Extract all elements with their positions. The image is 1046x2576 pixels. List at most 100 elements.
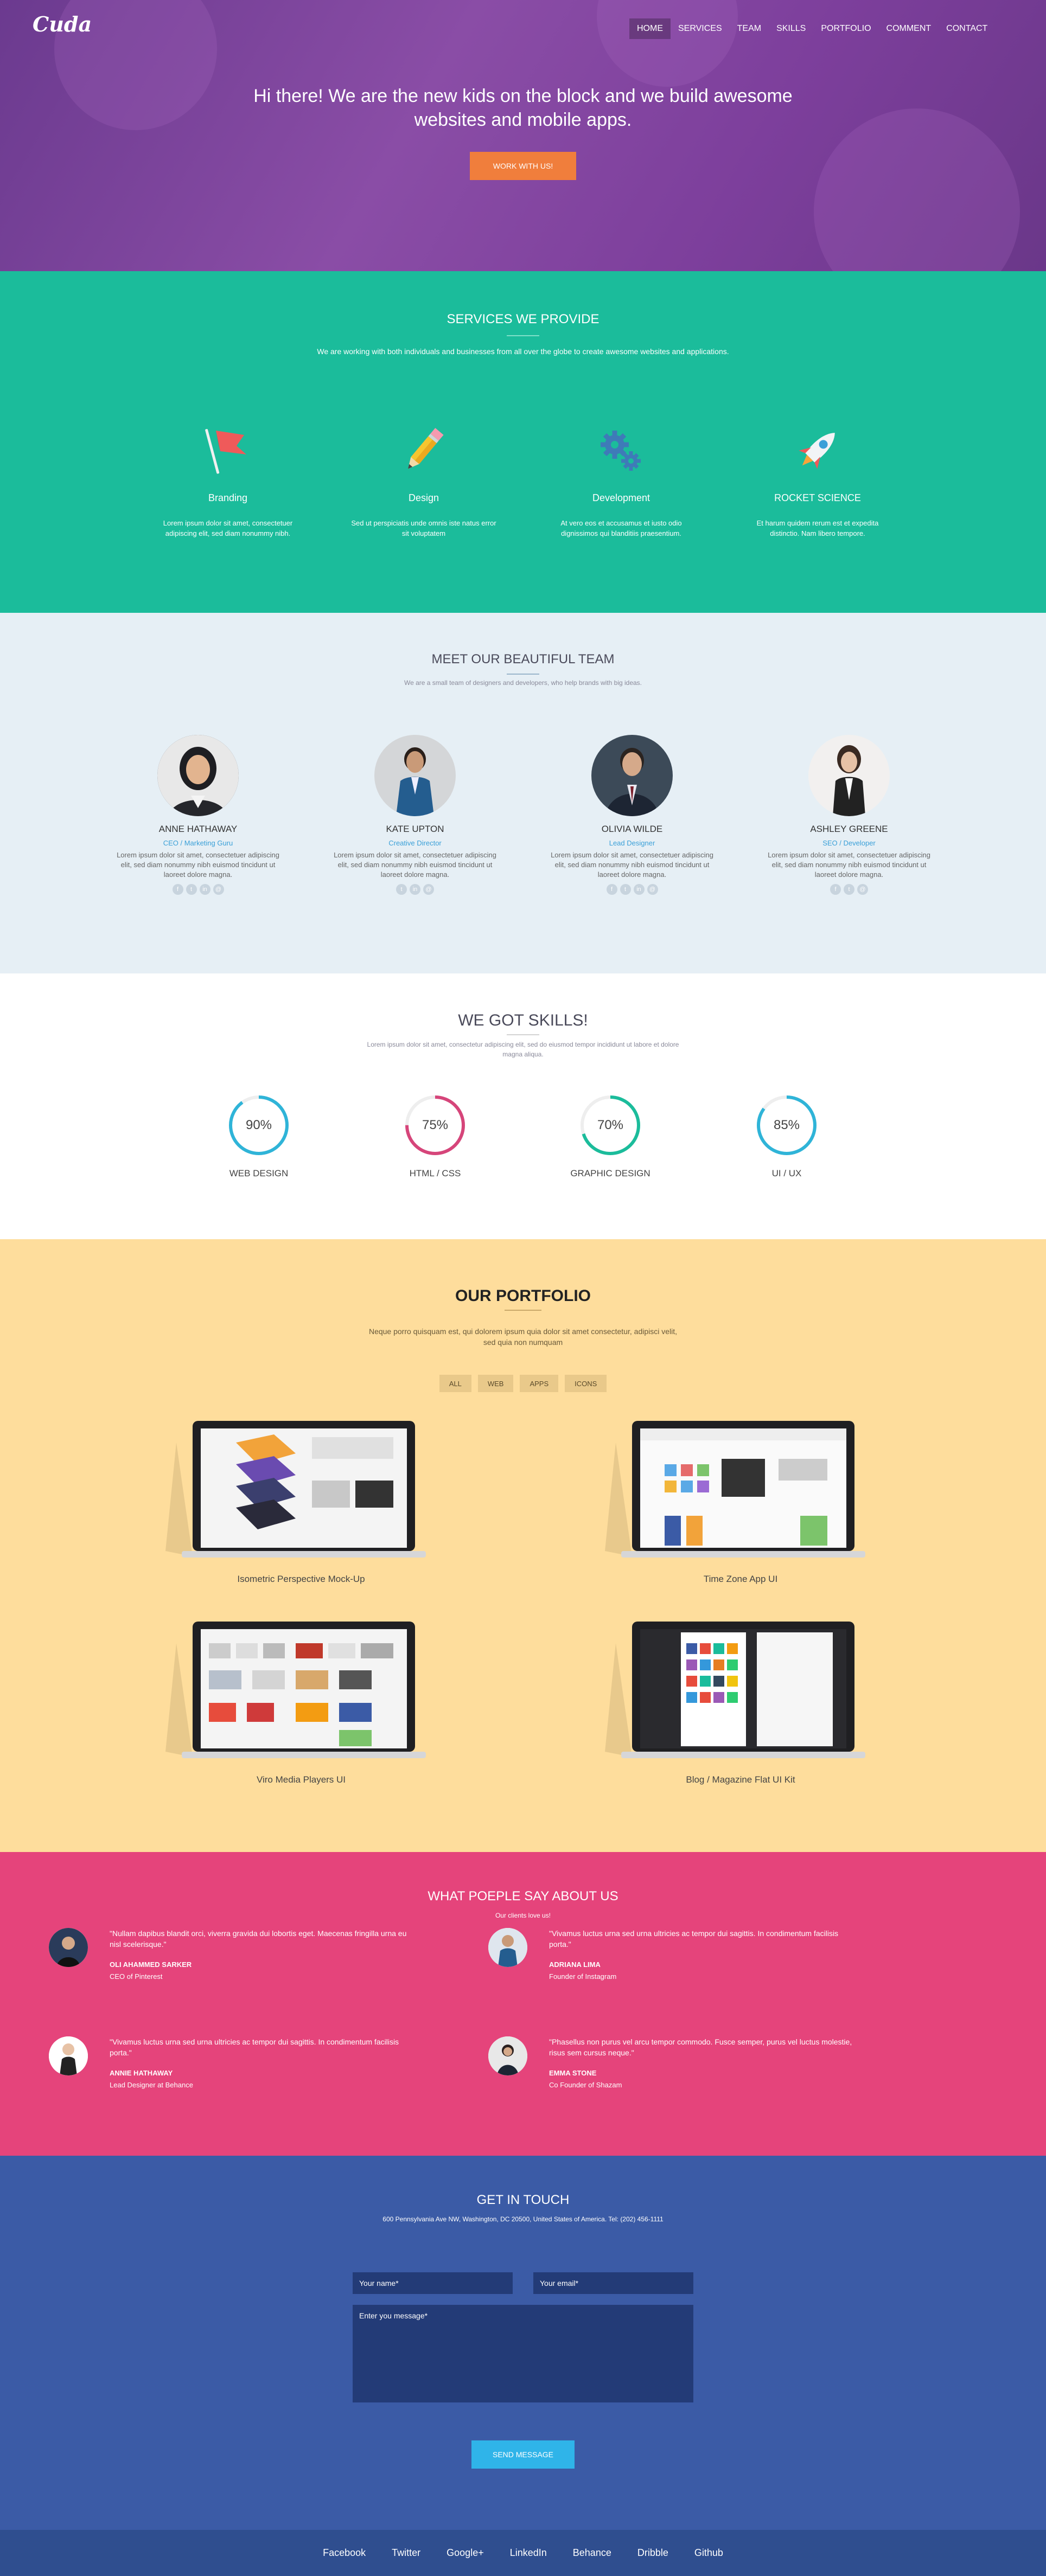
gears-icon (548, 418, 694, 483)
filter-icons[interactable]: ICONS (565, 1375, 607, 1392)
social-links: f t in @ (111, 884, 285, 895)
member-role: SEO / Developer (822, 839, 876, 847)
linkedin-icon[interactable]: in (410, 884, 420, 895)
message-textarea[interactable] (353, 2305, 693, 2402)
testimonial-name: OLI AHAMMED SARKER (110, 1960, 192, 1969)
footer-link-twitter[interactable]: Twitter (392, 2547, 420, 2559)
facebook-icon[interactable]: f (606, 884, 617, 895)
divider (507, 1034, 539, 1035)
portfolio-caption: Isometric Perspective Mock-Up (237, 1574, 365, 1584)
footer-link-github[interactable]: Github (694, 2547, 723, 2559)
email-icon[interactable]: @ (213, 884, 224, 895)
testimonial: "Vivamus luctus urna sed urna ultricies … (49, 2036, 439, 2112)
site-logo[interactable]: Cuda (33, 12, 92, 36)
linkedin-icon[interactable]: in (199, 884, 211, 895)
skills-subtitle-line2: magna aliqua. (502, 1050, 544, 1058)
footer-link-dribbble[interactable]: Dribble (637, 2547, 668, 2559)
service-text: At vero eos et accusamus et iusto odio d… (560, 519, 682, 537)
laptop-mockup (594, 1421, 887, 1567)
avatar (488, 1928, 527, 1967)
member-bio: Lorem ipsum dolor sit amet, consectetuer… (768, 851, 930, 879)
member-name: OLIVIA WILDE (601, 824, 663, 834)
hero-bg-bokeh (597, 0, 738, 87)
send-message-button[interactable]: SEND MESSAGE (471, 2440, 575, 2469)
team-subtitle: We are a small team of designers and dev… (404, 679, 642, 687)
nav-portfolio[interactable]: PORTFOLIO (813, 18, 878, 39)
footer-link-behance[interactable]: Behance (573, 2547, 611, 2559)
laptop-mockup (155, 1421, 448, 1567)
testimonial-role: Co Founder of Shazam (549, 2081, 622, 2089)
divider (507, 335, 539, 336)
skills-subtitle: Lorem ipsum dolor sit amet, consectetur … (0, 1040, 1046, 1059)
portfolio-item[interactable]: Blog / Magazine Flat UI Kit (594, 1622, 887, 1785)
contact-title: GET IN TOUCH (476, 2193, 570, 2207)
member-name: ASHLEY GREENE (810, 824, 888, 834)
testimonial-name: EMMA STONE (549, 2069, 597, 2077)
service-branding: Branding Lorem ipsum dolor sit amet, con… (155, 418, 301, 539)
email-icon[interactable]: @ (857, 884, 868, 895)
service-title: ROCKET SCIENCE (774, 492, 861, 503)
skills-subtitle-line1: Lorem ipsum dolor sit amet, consectetur … (367, 1041, 679, 1048)
nav-comment[interactable]: COMMENT (879, 18, 939, 39)
footer-link-linkedin[interactable]: LinkedIn (510, 2547, 547, 2559)
testimonial-role: CEO of Pinterest (110, 1972, 163, 1981)
skill-value: 85% (774, 1118, 800, 1132)
twitter-icon[interactable]: t (844, 884, 854, 895)
portfolio-item[interactable]: Isometric Perspective Mock-Up (155, 1421, 448, 1585)
facebook-icon[interactable]: f (830, 884, 841, 895)
nav-skills[interactable]: SKILLS (769, 18, 813, 39)
nav-services[interactable]: SERVICES (671, 18, 730, 39)
team-section: MEET OUR BEAUTIFUL TEAM We are a small t… (0, 613, 1046, 973)
skill-progress-ring: 85% (757, 1095, 817, 1155)
skill-value: 90% (246, 1118, 272, 1132)
portfolio-subtitle-line1: Neque porro quisquam est, qui dolorem ip… (368, 1327, 678, 1336)
nav-team[interactable]: TEAM (730, 18, 769, 39)
nav-home[interactable]: HOME (629, 18, 671, 39)
portfolio-item[interactable]: Time Zone App UI (594, 1421, 887, 1585)
twitter-icon[interactable]: t (186, 884, 197, 895)
rocket-icon (744, 418, 891, 483)
portfolio-subtitle: Neque porro quisquam est, qui dolorem ip… (0, 1326, 1046, 1348)
contact-section: GET IN TOUCH 600 Pennsylvania Ave NW, Wa… (0, 2156, 1046, 2530)
testimonial: "Phasellus non purus vel arcu tempor com… (488, 2036, 879, 2112)
twitter-icon[interactable]: t (620, 884, 631, 895)
hero-section: Cuda HOME SERVICES TEAM SKILLS PORTFOLIO… (0, 0, 1046, 271)
facebook-icon[interactable]: f (172, 884, 183, 895)
social-links: f t in @ (545, 884, 719, 895)
twitter-icon[interactable]: t (396, 884, 407, 895)
portfolio-item[interactable]: Viro Media Players UI (155, 1622, 448, 1785)
skill-html-css: 75% HTML / CSS (370, 1093, 500, 1179)
filter-apps[interactable]: APPS (520, 1375, 559, 1392)
avatar (49, 1928, 88, 1967)
main-nav: HOME SERVICES TEAM SKILLS PORTFOLIO COMM… (629, 18, 995, 39)
skill-progress-ring: 90% (229, 1095, 289, 1155)
testimonial-quote: "Phasellus non purus vel arcu tempor com… (549, 2037, 852, 2057)
divider (505, 1310, 541, 1311)
email-input[interactable] (533, 2272, 693, 2294)
team-title: MEET OUR BEAUTIFUL TEAM (431, 652, 615, 667)
avatar (374, 735, 456, 816)
email-icon[interactable]: @ (647, 884, 658, 895)
filter-all[interactable]: ALL (439, 1375, 471, 1392)
footer-links: Facebook Twitter Google+ LinkedIn Behanc… (0, 2547, 1046, 2559)
skill-ui-ux: 85% UI / UX (722, 1093, 852, 1179)
nav-contact[interactable]: CONTACT (939, 18, 995, 39)
hero-headline-line2: websites and mobile apps. (414, 110, 632, 130)
skill-label: HTML / CSS (409, 1168, 461, 1178)
avatar (157, 735, 239, 816)
linkedin-icon[interactable]: in (633, 884, 645, 895)
name-input[interactable] (353, 2272, 513, 2294)
service-title: Branding (208, 492, 248, 503)
work-with-us-button[interactable]: WORK WITH US! (470, 152, 576, 180)
testimonial-name: ADRIANA LIMA (549, 1960, 601, 1969)
portfolio-caption: Time Zone App UI (703, 1574, 778, 1584)
skill-value: 75% (422, 1118, 448, 1132)
email-icon[interactable]: @ (423, 884, 434, 895)
filter-web[interactable]: WEB (477, 1375, 514, 1392)
footer-link-facebook[interactable]: Facebook (323, 2547, 366, 2559)
flag-icon (155, 418, 301, 483)
portfolio-section: OUR PORTFOLIO Neque porro quisquam est, … (0, 1239, 1046, 1852)
hero-headline: Hi there! We are the new kids on the blo… (0, 84, 1046, 132)
footer-link-googleplus[interactable]: Google+ (447, 2547, 484, 2559)
skill-label: GRAPHIC DESIGN (570, 1168, 650, 1178)
